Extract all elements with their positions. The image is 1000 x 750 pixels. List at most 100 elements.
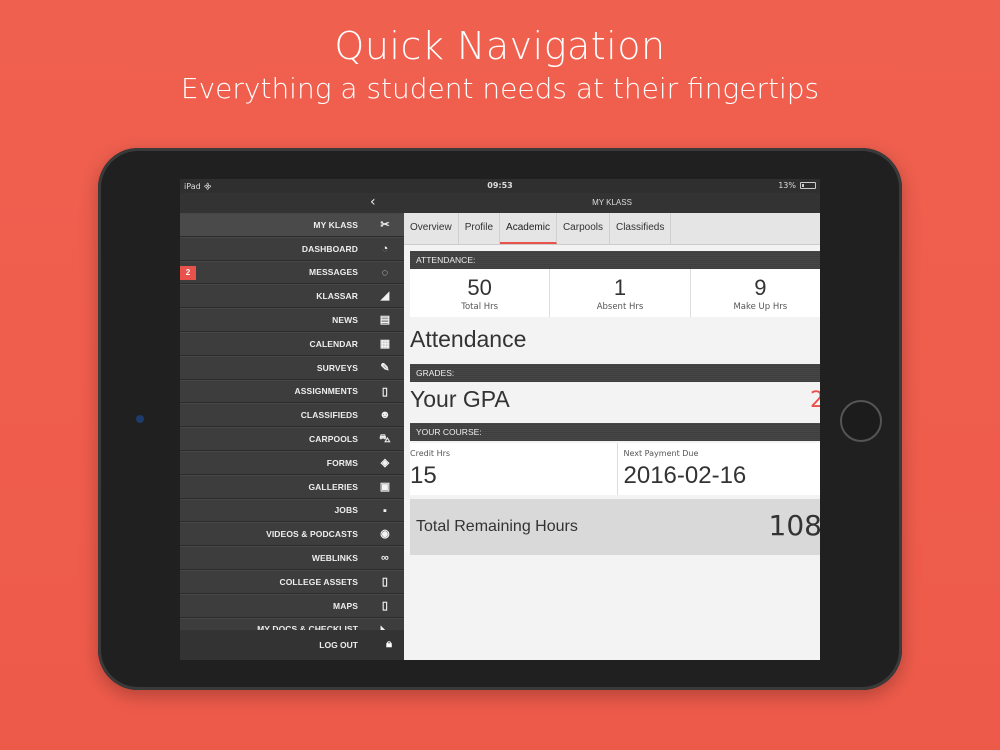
ar-icon: ◢ (380, 290, 390, 303)
sidebar-item-dashboard[interactable]: DASHBOARD ◔ (180, 236, 404, 261)
sidebar-item-label: FORMS (326, 457, 358, 468)
sidebar-item-label: ASSIGNMENTS (294, 386, 358, 397)
attendance-section-header: ATTENDANCE: (410, 251, 820, 269)
back-chevron-icon[interactable]: ‹ (370, 194, 376, 210)
sidebar-item-klassar[interactable]: KlassAR ◢ (180, 284, 404, 309)
credit-hrs-label: Credit Hrs (410, 449, 451, 458)
sidebar-item-label: MY KLASS (313, 219, 358, 230)
next-payment-value: 2016-02-16 (623, 462, 747, 489)
promo-subtitle: Everything a student needs at their fing… (180, 72, 820, 105)
sidebar-item-label: MESSAGES (309, 267, 358, 278)
next-payment-cell: Next Payment Due 2016-02-16 (618, 443, 821, 495)
sidebar-item-college-assets[interactable]: COLLEGE ASSETS ▯ (180, 569, 404, 594)
credit-hrs-cell: Credit Hrs 15 (410, 443, 618, 495)
sidebar-item-label: JOBS (334, 505, 358, 516)
sidebar-menu: MY KLASS ✂ DASHBOARD ◔ 2 MESSAGES ◌ KlassAR ◢ NEW… (180, 213, 404, 630)
logout-label: LOG OUT (319, 640, 358, 650)
promo-title: Quick Navigation (334, 24, 666, 68)
sidebar-item-my-docs-checklist[interactable]: MY DOCS & CHECKLIST ◣ (180, 617, 404, 630)
stat-makeup-hrs: 9 Make Up Hrs (691, 269, 820, 317)
lock-icon: 🔒︎ (386, 638, 392, 650)
doc-check-icon: ◣ (380, 623, 390, 630)
gpa-value: 2 (810, 388, 820, 413)
link-icon: ∞ (381, 552, 389, 565)
sidebar-item-label: MAPS (333, 600, 358, 611)
stat-absent-hrs: 1 Absent Hrs (550, 269, 691, 317)
tab-carpools[interactable]: Carpools (557, 213, 610, 244)
attendance-heading: Attendance (410, 326, 527, 352)
unread-badge: 2 (180, 265, 196, 280)
logout-button[interactable]: LOG OUT 🔒︎ (180, 630, 404, 660)
course-info: Credit Hrs 15 Next Payment Due 2016-02-1… (410, 443, 820, 495)
gallery-icon: ▣ (379, 480, 391, 493)
status-time: 09:53 (487, 181, 513, 190)
battery-percent: 13% (778, 181, 796, 190)
stat-label: Total Hrs (461, 302, 499, 312)
sidebar-item-videos-podcasts[interactable]: VIDEOS & PODCASTS ◉ (180, 522, 404, 547)
sidebar-item-news[interactable]: NEWS ▤ (180, 308, 404, 332)
promo-headline: Quick Navigation Everything a student ne… (0, 24, 1000, 105)
tab-classifieds[interactable]: Classifieds (610, 213, 672, 244)
camera-icon (136, 415, 144, 423)
sidebar-item-label: CLASSIFIEDS (300, 410, 358, 421)
pencil-icon: ✎ (380, 361, 390, 374)
grades-section-header: GRADES: (410, 364, 820, 382)
sidebar-item-carpools[interactable]: CARPOOLS ⛍ (180, 427, 404, 451)
gauge-icon: ◔ (381, 242, 389, 255)
tab-overview[interactable]: Overview (404, 213, 459, 244)
briefcase-icon: ▪ (383, 504, 387, 517)
sidebar-item-label: SURVEYS (316, 362, 358, 373)
tab-bar: Overview Profile Academic Carpools Classifie… (404, 213, 820, 245)
calendar-icon: ▦ (379, 337, 391, 350)
next-payment-label: Next Payment Due (623, 449, 699, 458)
battery-status: 13% (778, 181, 816, 190)
chat-icon: ◌ (381, 266, 389, 279)
sidebar-item-galleries[interactable]: GALLERIES ▣ (180, 474, 404, 499)
file-icon: ▯ (381, 575, 389, 588)
car-icon: ⛍ (379, 433, 391, 446)
app-screen: iPad ᯽ 09:53 13% ‹ MY KLASS ✂ DASHBOARD ◔ 2 M… (180, 179, 820, 660)
screen-title: MY KLASS (404, 193, 820, 213)
sidebar-item-label: WEBLINKS (311, 553, 358, 564)
sidebar-item-label: GALLERIES (308, 481, 358, 492)
sidebar-item-classifieds[interactable]: CLASSIFIEDS ☻ (180, 403, 404, 428)
credit-hrs-value: 15 (410, 462, 437, 489)
sidebar-item-label: KlassAR (316, 291, 358, 302)
layers-icon: ◈ (380, 456, 390, 469)
newspaper-icon: ▤ (379, 314, 391, 327)
tab-academic[interactable]: Academic (500, 213, 557, 244)
sidebar: ‹ MY KLASS ✂ DASHBOARD ◔ 2 MESSAGES ◌ KlassAR ◢ N… (180, 193, 404, 660)
sidebar-item-assignments[interactable]: ASSIGNMENTS ▯ (180, 379, 404, 404)
remaining-hours-value: 108 (768, 509, 820, 542)
sidebar-item-forms[interactable]: FORMS ◈ (180, 450, 404, 475)
stat-value: 50 (467, 275, 492, 300)
play-icon: ◉ (380, 528, 390, 541)
stat-total-hrs: 50 Total Hrs (410, 269, 551, 317)
sidebar-item-label: CALENDAR (309, 338, 358, 349)
sidebar-item-surveys[interactable]: SURVEYS ✎ (180, 355, 404, 380)
sidebar-item-messages[interactable]: 2 MESSAGES ◌ (180, 260, 404, 285)
status-bar: iPad ᯽ 09:53 13% (180, 179, 820, 193)
map-icon: ▯ (381, 599, 389, 612)
remaining-hours: Total Remaining Hours 108 (410, 499, 820, 555)
document-icon: ▯ (381, 385, 389, 398)
attendance-stats: 50 Total Hrs 1 Absent Hrs 9 Make Up Hrs (410, 269, 820, 317)
home-button[interactable] (840, 400, 882, 442)
sidebar-item-calendar[interactable]: CALENDAR ▦ (180, 331, 404, 356)
tools-icon: ✂ (380, 219, 390, 231)
sidebar-item-weblinks[interactable]: WEBLINKS ∞ (180, 546, 404, 570)
remaining-hours-label: Total Remaining Hours (416, 518, 578, 535)
stat-value: 1 (613, 275, 627, 300)
sidebar-header: ‹ (180, 193, 404, 213)
tab-profile[interactable]: Profile (459, 213, 501, 244)
stat-label: Make Up Hrs (733, 302, 788, 312)
sidebar-item-label: DASHBOARD (301, 243, 358, 254)
course-section-header: YOUR COURSE: (410, 423, 820, 441)
stat-label: Absent Hrs (596, 302, 644, 312)
sidebar-item-label: NEWS (332, 315, 358, 326)
sidebar-item-maps[interactable]: MAPS ▯ (180, 593, 404, 618)
battery-icon (800, 182, 816, 189)
sidebar-item-jobs[interactable]: JOBS ▪ (180, 498, 404, 523)
sidebar-item-label: VIDEOS & PODCASTS (266, 529, 358, 540)
sidebar-item-my-klass[interactable]: MY KLASS ✂ (180, 213, 404, 237)
